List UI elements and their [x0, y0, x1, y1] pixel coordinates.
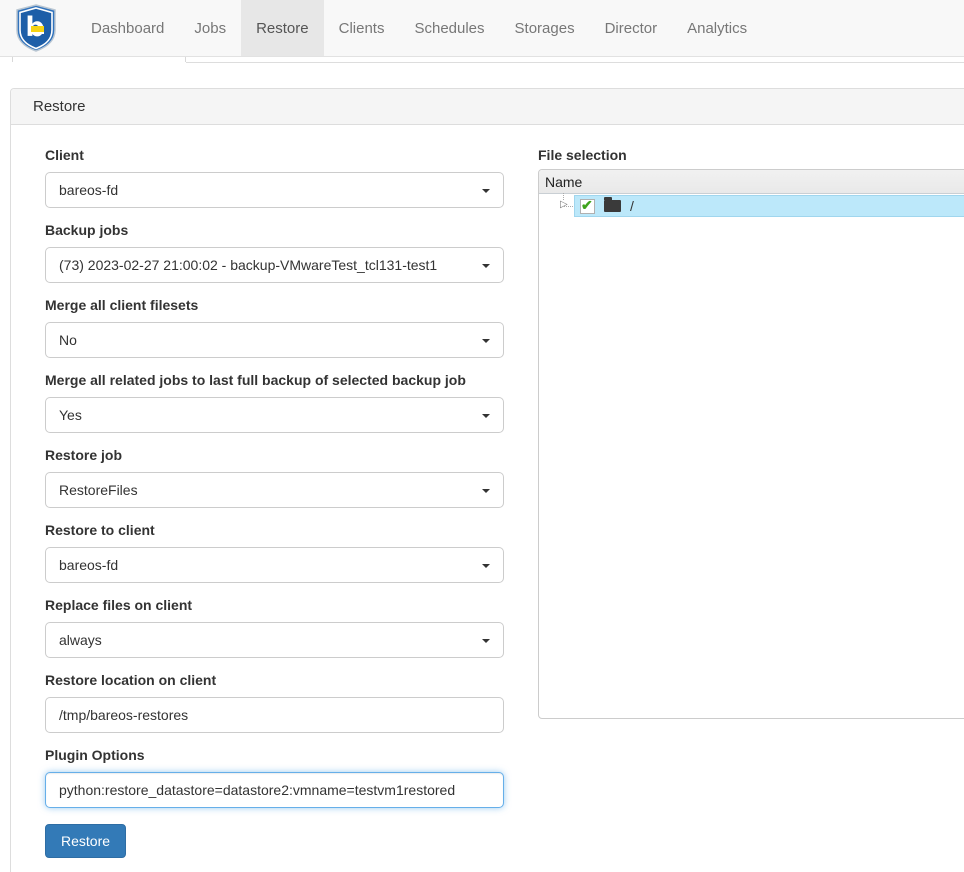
field-value: (73) 2023-02-27 21:00:02 - backup-VMware…	[59, 257, 437, 273]
field-value: bareos-fd	[59, 557, 118, 573]
nav-item-label: Clients	[339, 20, 385, 37]
field-label: Restore job	[45, 447, 504, 464]
bareos-logo[interactable]: b	[14, 0, 62, 56]
tree-node-label: /	[630, 198, 634, 214]
field-label: Replace files on client	[45, 597, 504, 614]
form-group: Restore location on client /tmp/bareos-r…	[45, 672, 504, 733]
select-restore-to-client[interactable]: bareos-fd	[45, 547, 504, 583]
form-group: Restore job RestoreFiles	[45, 447, 504, 508]
chevron-down-icon	[482, 414, 490, 418]
checkbox-checked-icon[interactable]	[580, 199, 595, 214]
nav-item-clients[interactable]: Clients	[324, 0, 400, 56]
file-selection: File selection Name ▷ /	[538, 147, 964, 719]
file-selection-title: File selection	[538, 147, 964, 164]
select-merge-all-client-filesets[interactable]: No	[45, 322, 504, 358]
panel-title: Restore	[33, 98, 86, 115]
field-label: Merge all related jobs to last full back…	[45, 372, 504, 389]
select-backup-jobs[interactable]: (73) 2023-02-27 21:00:02 - backup-VMware…	[45, 247, 504, 283]
tree-node-selected[interactable]: /	[574, 195, 964, 217]
select-merge-all-related-jobs-to-last-full-backup-of-selected-backup-job[interactable]: Yes	[45, 397, 504, 433]
select-replace-files-on-client[interactable]: always	[45, 622, 504, 658]
form-group: Replace files on client always	[45, 597, 504, 658]
form-group: Merge all client filesets No	[45, 297, 504, 358]
chevron-down-icon	[482, 639, 490, 643]
active-tab-notch	[12, 57, 186, 62]
field-label: Restore to client	[45, 522, 504, 539]
nav-item-label: Director	[605, 20, 658, 37]
expander-icon[interactable]: ▷	[560, 199, 568, 211]
form-group: Restore to client bareos-fd	[45, 522, 504, 583]
select-client[interactable]: bareos-fd	[45, 172, 504, 208]
chevron-down-icon	[482, 489, 490, 493]
main-nav: Dashboard Jobs Restore Clients Schedules Stor…	[76, 0, 762, 56]
top-navbar: b Dashboard Jobs Restore Clients Schedules St…	[0, 0, 964, 57]
field-value: Yes	[59, 407, 82, 423]
form-group: Backup jobs (73) 2023-02-27 21:00:02 - b…	[45, 222, 504, 283]
field-value: always	[59, 632, 102, 648]
tree-column-header: Name	[539, 170, 964, 194]
form-group: Client bareos-fd	[45, 147, 504, 208]
nav-item-label: Storages	[515, 20, 575, 37]
bareos-shield-icon: b	[14, 4, 58, 52]
field-value: /tmp/bareos-restores	[59, 707, 188, 723]
nav-item-jobs[interactable]: Jobs	[179, 0, 241, 56]
nav-item-director[interactable]: Director	[590, 0, 673, 56]
field-label: Plugin Options	[45, 747, 504, 764]
field-value: bareos-fd	[59, 182, 118, 198]
tree-row-root[interactable]: ▷ /	[539, 195, 964, 217]
field-label: Merge all client filesets	[45, 297, 504, 314]
input-restore-location-on-client[interactable]: /tmp/bareos-restores	[45, 697, 504, 733]
tab-bottom-border	[186, 62, 964, 63]
field-value: No	[59, 332, 77, 348]
field-label: Backup jobs	[45, 222, 504, 239]
nav-item-dashboard[interactable]: Dashboard	[76, 0, 179, 56]
chevron-down-icon	[482, 189, 490, 193]
chevron-down-icon	[482, 264, 490, 268]
folder-icon	[604, 200, 621, 212]
file-tree: Name ▷ /	[538, 169, 964, 719]
restore-panel: Restore Client bareos-fd Backup jobs (73…	[10, 88, 964, 872]
tab-strip	[0, 57, 964, 63]
nav-item-restore[interactable]: Restore	[241, 0, 324, 56]
field-label: Restore location on client	[45, 672, 504, 689]
nav-item-schedules[interactable]: Schedules	[399, 0, 499, 56]
nav-item-label: Jobs	[194, 20, 226, 37]
nav-item-analytics[interactable]: Analytics	[672, 0, 762, 56]
form-group: Merge all related jobs to last full back…	[45, 372, 504, 433]
panel-body: Client bareos-fd Backup jobs (73) 2023-0…	[11, 125, 964, 872]
page: b Dashboard Jobs Restore Clients Schedules St…	[0, 0, 964, 872]
nav-item-label: Schedules	[414, 20, 484, 37]
input-plugin-options[interactable]: python:restore_datastore=datastore2:vmna…	[45, 772, 504, 808]
chevron-down-icon	[482, 564, 490, 568]
nav-item-storages[interactable]: Storages	[500, 0, 590, 56]
panel-heading: Restore	[11, 89, 964, 125]
field-value: RestoreFiles	[59, 482, 138, 498]
field-label: Client	[45, 147, 504, 164]
chevron-down-icon	[482, 339, 490, 343]
restore-button[interactable]: Restore	[45, 824, 126, 858]
restore-form: Client bareos-fd Backup jobs (73) 2023-0…	[45, 147, 504, 858]
nav-item-label: Analytics	[687, 20, 747, 37]
form-group: Plugin Options python:restore_datastore=…	[45, 747, 504, 808]
nav-item-label: Restore	[256, 20, 309, 37]
select-restore-job[interactable]: RestoreFiles	[45, 472, 504, 508]
nav-item-label: Dashboard	[91, 20, 164, 37]
field-value: python:restore_datastore=datastore2:vmna…	[59, 782, 455, 798]
